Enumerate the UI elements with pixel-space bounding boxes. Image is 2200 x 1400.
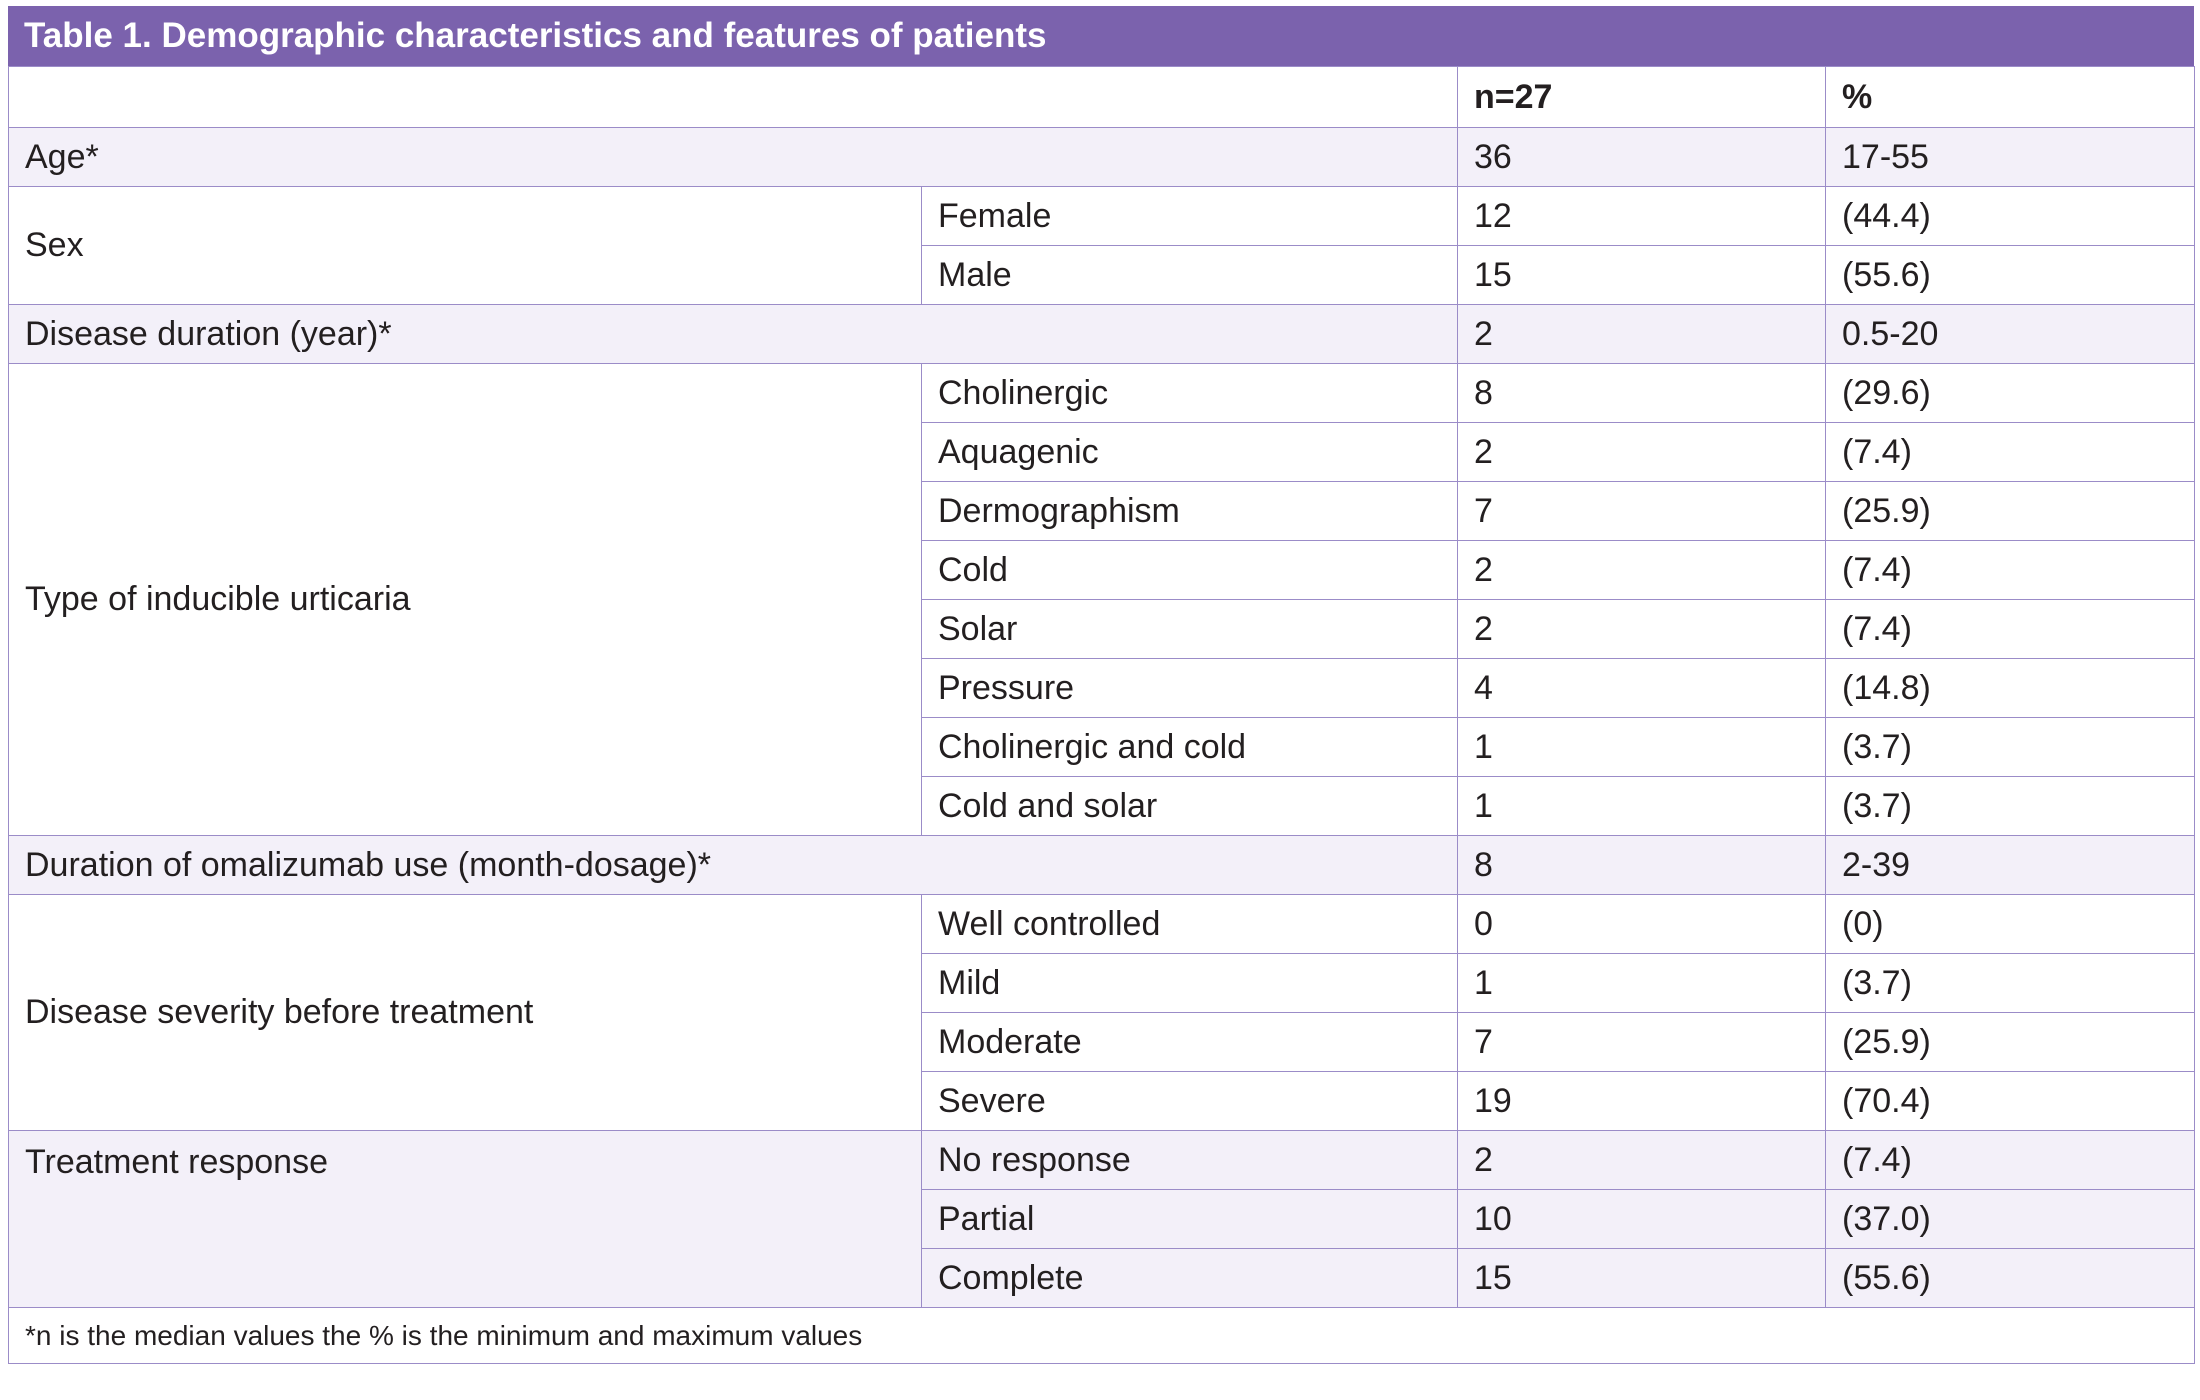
demographics-table: n=27 % Age* 36 17-55 Sex Female 12 (44.4… [8,66,2195,1364]
row-n: 7 [1457,481,1826,541]
row-label: Aquagenic [921,422,1458,482]
row-n: 1 [1457,776,1826,836]
row-label: Mild [921,953,1458,1013]
row-n: 7 [1457,1012,1826,1072]
row-pct: 0.5-20 [1825,304,2195,364]
row-pct: 2-39 [1825,835,2195,895]
row-label: No response [921,1130,1458,1190]
row-pct: (7.4) [1825,540,2195,600]
row-pct: (55.6) [1825,245,2195,305]
row-label: Female [921,186,1458,246]
table-footnote: *n is the median values the % is the min… [8,1307,2195,1364]
row-label: Cholinergic and cold [921,717,1458,777]
row-label: Cholinergic [921,363,1458,423]
row-label: Male [921,245,1458,305]
row-label: Severe [921,1071,1458,1131]
group-label: Treatment response [8,1130,922,1308]
row-label: Cold [921,540,1458,600]
row-label: Dermographism [921,481,1458,541]
row-n: 10 [1457,1189,1826,1249]
row-label: Age* [8,127,1458,187]
demographics-table-container: Table 1. Demographic characteristics and… [8,6,2195,1364]
row-n: 12 [1457,186,1826,246]
row-n: 19 [1457,1071,1826,1131]
row-pct: (37.0) [1825,1189,2195,1249]
row-label: Well controlled [921,894,1458,954]
row-n: 4 [1457,658,1826,718]
table-row-severity: Disease severity before treatment Well c… [8,894,2195,1131]
row-n: 8 [1457,835,1826,895]
row-n: 2 [1457,422,1826,482]
header-empty-cell [8,66,1458,128]
row-n: 8 [1457,363,1826,423]
row-label: Moderate [921,1012,1458,1072]
row-label: Duration of omalizumab use (month-dosage… [8,835,1458,895]
row-pct: (70.4) [1825,1071,2195,1131]
table-row-age: Age* 36 17-55 [8,127,2195,187]
row-label: Cold and solar [921,776,1458,836]
row-pct: (14.8) [1825,658,2195,718]
row-pct: (7.4) [1825,599,2195,659]
row-pct: (7.4) [1825,1130,2195,1190]
row-n: 2 [1457,1130,1826,1190]
group-label: Disease severity before treatment [8,894,922,1131]
table-row-disease-duration: Disease duration (year)* 2 0.5-20 [8,304,2195,364]
row-n: 2 [1457,599,1826,659]
row-pct: (3.7) [1825,776,2195,836]
row-pct: (3.7) [1825,717,2195,777]
table-title: Table 1. Demographic characteristics and… [8,6,2194,66]
row-pct: (44.4) [1825,186,2195,246]
header-percent: % [1825,66,2195,128]
row-pct: (25.9) [1825,1012,2195,1072]
row-n: 15 [1457,245,1826,305]
row-n: 36 [1457,127,1826,187]
row-label: Disease duration (year)* [8,304,1458,364]
footnote-row: *n is the median values the % is the min… [8,1307,2195,1364]
row-pct: (25.9) [1825,481,2195,541]
row-n: 2 [1457,540,1826,600]
row-pct: (7.4) [1825,422,2195,482]
table-row-omalizumab-duration: Duration of omalizumab use (month-dosage… [8,835,2195,895]
row-label: Complete [921,1248,1458,1308]
row-pct: 17-55 [1825,127,2195,187]
header-row: n=27 % [8,66,2195,128]
table-row-urticaria-type: Type of inducible urticaria Cholinergic … [8,363,2195,836]
group-label: Sex [8,186,922,305]
row-n: 15 [1457,1248,1826,1308]
row-pct: (55.6) [1825,1248,2195,1308]
table-row-treatment-response: Treatment response No response 2 (7.4) [8,1130,2195,1308]
row-pct: (0) [1825,894,2195,954]
row-pct: (3.7) [1825,953,2195,1013]
row-n: 1 [1457,717,1826,777]
header-n: n=27 [1457,66,1826,128]
row-n: 1 [1457,953,1826,1013]
row-label: Solar [921,599,1458,659]
row-n: 0 [1457,894,1826,954]
group-label: Type of inducible urticaria [8,363,922,836]
row-label: Pressure [921,658,1458,718]
row-n: 2 [1457,304,1826,364]
row-pct: (29.6) [1825,363,2195,423]
row-label: Partial [921,1189,1458,1249]
table-row-sex: Sex Female 12 (44.4) [8,186,2195,305]
